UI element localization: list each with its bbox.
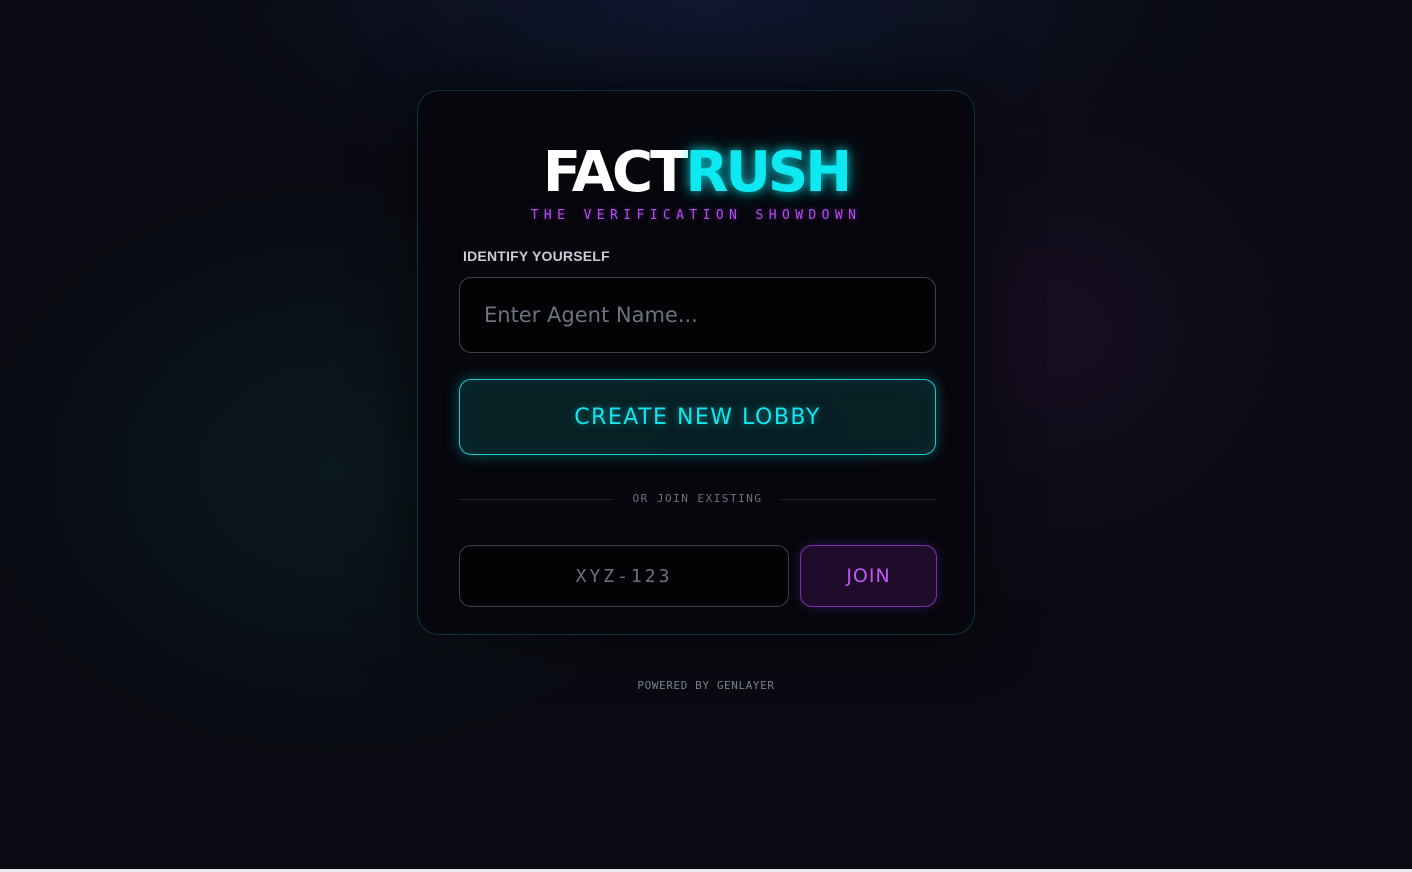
join-button[interactable]: JOIN [800, 545, 937, 607]
create-lobby-button[interactable]: CREATE NEW LOBBY [459, 379, 936, 455]
lobby-code-input[interactable] [459, 545, 789, 607]
logo-part-rush: RUSH [685, 140, 852, 205]
logo: FACTRUSH [418, 143, 974, 203]
tagline: THE VERIFICATION SHOWDOWN [530, 208, 862, 223]
footer-powered-by: POWERED BY GENLAYER [637, 679, 775, 692]
identify-label: IDENTIFY YOURSELF [463, 248, 610, 264]
divider-line-right [781, 499, 936, 500]
login-card: FACTRUSH THE VERIFICATION SHOWDOWN IDENT… [417, 90, 975, 635]
logo-part-fact: FACT [542, 140, 688, 205]
or-join-divider: OR JOIN EXISTING [459, 491, 936, 507]
agent-name-input[interactable] [459, 277, 936, 353]
